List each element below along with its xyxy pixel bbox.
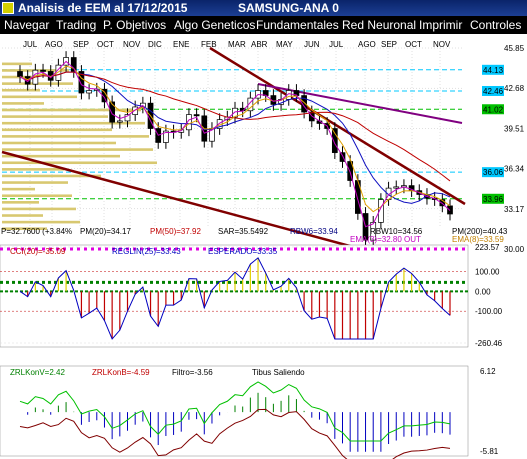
price-tick: 39.51 (504, 124, 525, 133)
candle-body (116, 120, 123, 123)
reglin-label: REGLIN(25)=33.43 (112, 247, 181, 256)
zrlk-panel (0, 365, 469, 459)
volume-bar (2, 141, 116, 145)
cci-tick: -100.00 (475, 307, 503, 316)
price-tick: 42.68 (504, 84, 525, 93)
volume-bar (2, 88, 40, 92)
price-box-label: 36.06 (483, 168, 504, 177)
title-bar: Analisis de EEM al 17/12/2015 SAMSUNG-AN… (0, 0, 527, 16)
candle-body (86, 90, 92, 94)
month-label: AGO (45, 40, 63, 49)
cci-tick: 223.57 (475, 243, 500, 252)
menu-bar: Navegar Trading P. Objetivos Algo Geneti… (0, 16, 527, 34)
price-box-label: 42.46 (483, 87, 504, 96)
month-label: MAR (228, 40, 246, 49)
month-label: OCT (97, 40, 114, 49)
menu-algo-geneticos[interactable]: Algo Geneticos (174, 18, 255, 32)
menu-p-objetivos[interactable]: P. Objetivos (103, 18, 166, 32)
cci-tick: -260.46 (475, 339, 503, 348)
month-label: JUL (23, 40, 38, 49)
volume-bar (2, 148, 153, 151)
volume-bar (2, 194, 72, 198)
info-sar: SAR=35.5492 (218, 227, 269, 236)
menu-red-neuronal[interactable]: Red Neuronal (342, 18, 416, 32)
candle-body (40, 69, 46, 72)
zrlkonv-label: ZRLKonV=2.42 (10, 368, 65, 377)
price-box-label: 44.13 (483, 66, 504, 75)
volume-bar (2, 187, 35, 191)
cci-tick: 100.00 (475, 268, 500, 277)
month-label: ENE (173, 40, 189, 49)
volume-bar (2, 115, 108, 118)
menu-imprimir[interactable]: Imprimir (419, 18, 462, 32)
cci-panel (0, 244, 469, 348)
price-tick: 36.34 (504, 165, 525, 174)
month-label: SEP (381, 40, 397, 49)
price-tick: 33.17 (504, 205, 525, 214)
zrlk-tick: -5.81 (480, 447, 499, 456)
candle-body (17, 71, 23, 77)
esperado-label: ESPERADO=33.35 (208, 247, 278, 256)
volume-bar (2, 135, 149, 138)
month-label: JUL (329, 40, 344, 49)
menu-controles[interactable]: Controles (470, 18, 521, 32)
app-icon (2, 2, 14, 14)
candle-body (393, 186, 400, 189)
volume-bar (2, 207, 76, 211)
menu-navegar[interactable]: Navegar (4, 18, 49, 32)
cci-label: CCI(20)=-35.09 (10, 247, 66, 256)
info-ema3: EMA(3)=32.80 OUT (350, 235, 421, 244)
cci-labels: CCI(20)=-35.09 REGLIN(25)=33.43 ESPERADO… (10, 247, 278, 256)
month-label: JUN (304, 40, 320, 49)
menu-fundamentales[interactable]: Fundamentales (256, 18, 339, 32)
menu-trading[interactable]: Trading (56, 18, 96, 32)
month-label: AGO (358, 40, 376, 49)
volume-bar (2, 214, 43, 217)
month-label: SEP (73, 40, 89, 49)
info-price: P=32.7600 (+3.84% (1, 227, 72, 236)
month-label: ABR (251, 40, 268, 49)
volume-bar (2, 168, 64, 171)
info-pm50: PM(50)=37.92 (150, 227, 201, 236)
candle-body (193, 114, 200, 117)
month-label: FEB (201, 40, 217, 49)
filtro-label: Filtro=-3.56 (172, 368, 213, 377)
volume-bar (2, 62, 32, 66)
zrlkonb-label: ZRLKonB=-4.59 (92, 368, 150, 377)
month-label: NOV (433, 40, 451, 49)
month-axis: JUL AGO SEP OCT NOV DIC ENE FEB MAR ABR MAY JUN JUL A… (23, 40, 451, 49)
month-label: DIC (148, 40, 162, 49)
volume-bar (2, 121, 145, 125)
price-chart[interactable]: JUL AGO SEP OCT NOV DIC ENE FEB MAR ABR MAY JUN JUL A… (0, 34, 527, 459)
tibus-label: Tibus Saliendo (252, 368, 305, 377)
zrlk-tick: 6.12 (480, 367, 496, 376)
price-tick: 45.85 (504, 44, 525, 53)
volume-bar (2, 201, 39, 204)
candle-body (70, 57, 77, 72)
month-label: OCT (405, 40, 422, 49)
month-label: NOV (123, 40, 141, 49)
volume-bar (2, 95, 77, 99)
volume-bar (2, 181, 68, 184)
window-title: Analisis de EEM al 17/12/2015 (18, 1, 188, 15)
cci-tick: 0.00 (475, 287, 491, 296)
candle-body (109, 101, 115, 123)
info-rbw6: RBW6=33.94 (290, 227, 338, 236)
price-box-label: 41.02 (483, 105, 504, 114)
symbol-title: SAMSUNG-ANA 0 (238, 1, 339, 15)
info-pm20: PM(20)=34.17 (80, 227, 131, 236)
price-tick: 30.00 (504, 245, 525, 254)
price-box-label: 33.96 (483, 195, 504, 204)
volume-bar (2, 102, 44, 105)
volume-bar (2, 128, 112, 132)
volume-bar (2, 220, 80, 224)
month-label: MAY (276, 40, 293, 49)
volume-bar (2, 161, 157, 165)
